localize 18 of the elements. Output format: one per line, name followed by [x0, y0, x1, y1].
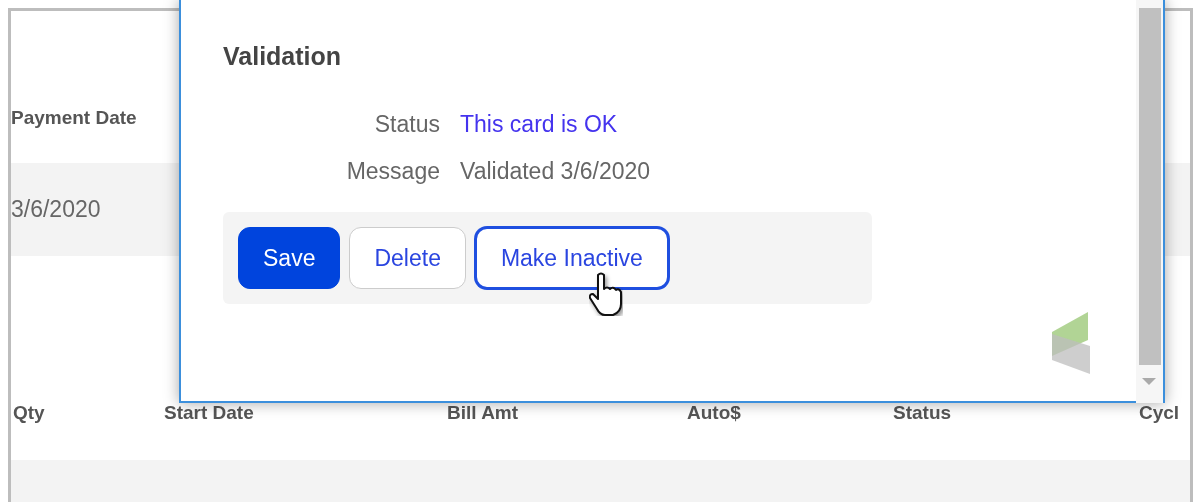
scrollbar[interactable]	[1136, 0, 1163, 403]
delete-button[interactable]: Delete	[349, 227, 466, 289]
logo-icon	[1052, 312, 1092, 374]
status-value: This card is OK	[460, 110, 619, 139]
column-header: Payment Date	[11, 106, 137, 130]
dialog-title: Validation	[223, 41, 342, 72]
save-button[interactable]: Save	[238, 227, 341, 289]
scroll-down-arrow-icon[interactable]	[1142, 378, 1156, 386]
column-header: Auto$	[687, 402, 741, 423]
field-label: Status	[373, 110, 440, 139]
field-label: Message	[345, 156, 440, 186]
column-header: Bill Amt	[447, 402, 519, 423]
field-value: Validated 3/6/2020	[460, 156, 651, 186]
column-header: Qty	[13, 402, 45, 423]
column-header: Cycl	[1139, 402, 1180, 423]
column-header: Start Date	[164, 402, 254, 423]
table-cell-text: 3/6/2020	[11, 195, 101, 225]
column-header: Status	[893, 402, 952, 423]
